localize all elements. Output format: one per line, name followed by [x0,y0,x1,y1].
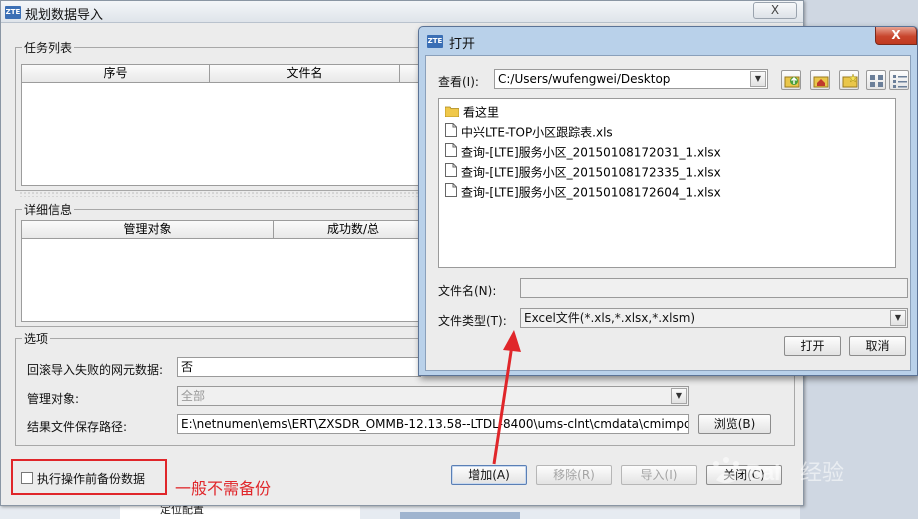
look-in-value: C:/Users/wufengwei/Desktop [498,72,671,86]
result-path-label: 结果文件保存路径: [27,420,128,434]
details-view-icon[interactable] [889,70,909,90]
file-icon [445,143,457,162]
add-button[interactable]: 增加(A) [451,465,527,485]
zte-app-icon: ZTE [427,35,443,48]
look-in-label: 查看(I): [438,75,479,89]
zte-app-icon: ZTE [5,6,21,19]
open-file-dialog: ZTE 打开 X 查看(I): C:/Users/wufengwei/Deskt… [418,26,918,376]
list-item[interactable]: 查询-[LTE]服务小区_20150108172604_1.xlsx [445,183,721,201]
filename-label: 文件名(N): [438,284,497,298]
file-name: 查询-[LTE]服务小区_20150108172604_1.xlsx [461,185,721,200]
list-item[interactable]: 查询-[LTE]服务小区_20150108172031_1.xlsx [445,143,721,161]
list-item[interactable]: 查询-[LTE]服务小区_20150108172335_1.xlsx [445,163,721,181]
file-name: 看这里 [463,105,500,120]
column-header-managed-object[interactable]: 管理对象 [22,221,274,239]
panel-splitter[interactable] [19,191,419,197]
up-folder-icon[interactable] [781,70,801,90]
open-dialog-title: 打开 [449,37,476,52]
close-icon[interactable]: X [875,27,917,45]
rollback-select[interactable]: 否 [177,357,421,377]
task-table[interactable]: 序号 文件名 [21,64,432,186]
column-header-filename[interactable]: 文件名 [210,65,400,83]
detail-info-legend: 详细信息 [24,203,73,217]
managed-object-select[interactable]: 全部 ▼ [177,386,689,406]
home-folder-icon[interactable] [810,70,830,90]
column-header-success-count[interactable]: 成功数/总 [274,221,432,239]
open-dialog-title-bar: ZTE 打开 X [419,27,917,55]
chevron-down-icon[interactable]: ▼ [750,71,766,87]
managed-object-label: 管理对象: [27,392,80,406]
watermark-suffix: 经验 [800,461,844,486]
chevron-down-icon[interactable]: ▼ [890,310,906,326]
file-icon [445,183,457,202]
column-header-index[interactable]: 序号 [22,65,210,83]
watermark-brand: Bai [746,460,780,485]
rollback-label: 回滚导入失败的网元数据: [27,363,164,377]
dialog-title-bar: ZTE 规划数据导入 X [1,1,803,23]
close-icon[interactable]: X [753,2,797,19]
file-name: 中兴LTE-TOP小区跟踪表.xls [461,125,613,140]
managed-object-value: 全部 [181,389,206,403]
open-dialog-body: 查看(I): C:/Users/wufengwei/Desktop ▼ 看这里 … [425,55,911,371]
browse-button[interactable]: 浏览(B) [698,414,771,434]
open-button[interactable]: 打开 [784,336,841,356]
dialog-title: 规划数据导入 [25,8,104,23]
background-tab [400,512,520,519]
new-folder-icon[interactable] [839,70,859,90]
import-button[interactable]: 导入(I) [621,465,697,485]
folder-icon [444,104,460,122]
look-in-combo[interactable]: C:/Users/wufengwei/Desktop ▼ [494,69,768,89]
baidu-watermark: Bai 经验 [713,457,844,486]
file-icon [445,123,457,142]
detail-table[interactable]: 管理对象 成功数/总 [21,220,432,322]
list-view-icon[interactable] [866,70,886,90]
list-item[interactable]: 看这里 [444,103,500,122]
chevron-down-icon[interactable]: ▼ [671,388,687,404]
remove-button[interactable]: 移除(R) [536,465,612,485]
filetype-combo[interactable]: Excel文件(*.xls,*.xlsx,*.xlsm) ▼ [520,308,908,328]
filename-input[interactable] [520,278,908,298]
backup-checkbox-label[interactable]: 执行操作前备份数据 [37,470,145,487]
backup-highlight: 执行操作前备份数据 [11,459,167,495]
filetype-label: 文件类型(T): [438,314,507,328]
annotation-text: 一般不需备份 [175,479,272,498]
file-name: 查询-[LTE]服务小区_20150108172031_1.xlsx [461,145,721,160]
backup-checkbox[interactable] [21,472,33,484]
file-name: 查询-[LTE]服务小区_20150108172335_1.xlsx [461,165,721,180]
list-item[interactable]: 中兴LTE-TOP小区跟踪表.xls [445,123,613,141]
filetype-value: Excel文件(*.xls,*.xlsx,*.xlsm) [524,311,696,325]
cancel-button[interactable]: 取消 [849,336,906,356]
result-path-field[interactable]: E:\netnumen\ems\ERT\ZXSDR_OMMB-12.13.58-… [177,414,689,434]
file-list[interactable]: 看这里 中兴LTE-TOP小区跟踪表.xls 查询-[LTE]服务小区_2015… [438,98,896,268]
file-icon [445,163,457,182]
task-list-legend: 任务列表 [24,41,73,55]
options-legend: 选项 [24,332,49,346]
